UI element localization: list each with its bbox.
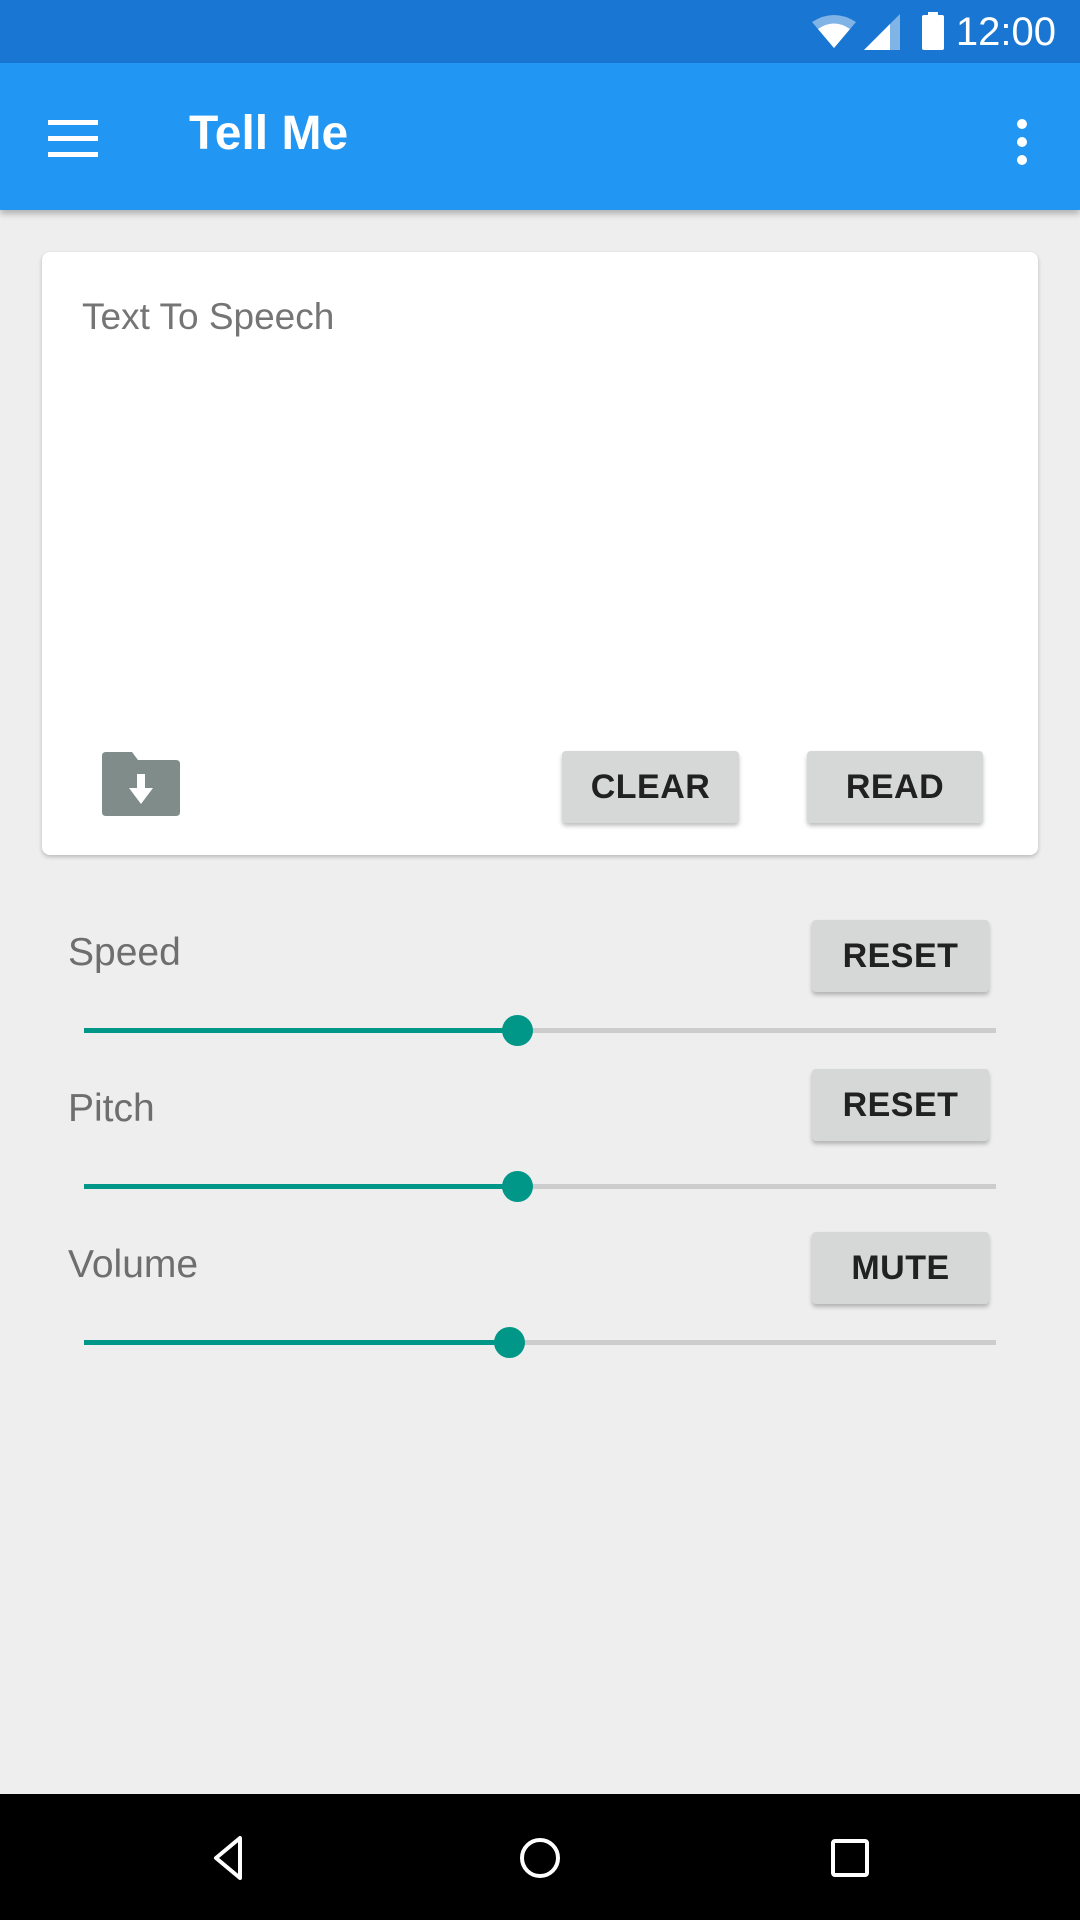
navigation-bar bbox=[0, 1794, 1080, 1920]
folder-download-icon[interactable] bbox=[102, 752, 180, 816]
hamburger-menu-icon[interactable] bbox=[30, 104, 114, 174]
app-title: Tell Me bbox=[189, 107, 349, 160]
pitch-reset-button[interactable]: RESET bbox=[812, 1069, 989, 1141]
speed-label: Speed bbox=[68, 931, 181, 974]
pitch-label: Pitch bbox=[68, 1087, 155, 1130]
volume-slider-thumb[interactable] bbox=[493, 1327, 525, 1358]
tts-card: CLEAR READ bbox=[42, 252, 1038, 855]
home-icon[interactable] bbox=[500, 1818, 580, 1898]
pitch-slider[interactable] bbox=[84, 1166, 996, 1206]
recents-icon[interactable] bbox=[810, 1818, 890, 1898]
read-button[interactable]: READ bbox=[807, 751, 983, 823]
back-icon[interactable] bbox=[188, 1818, 268, 1898]
volume-slider-fill bbox=[84, 1340, 509, 1345]
speed-slider[interactable] bbox=[84, 1010, 996, 1050]
volume-label: Volume bbox=[68, 1243, 199, 1286]
app-bar: Tell Me bbox=[0, 63, 1080, 210]
tts-text-input[interactable] bbox=[82, 296, 982, 656]
wifi-icon bbox=[812, 15, 856, 48]
speed-reset-button[interactable]: RESET bbox=[812, 920, 989, 992]
volume-slider[interactable] bbox=[84, 1322, 996, 1362]
cell-signal-icon bbox=[864, 14, 900, 50]
clear-button[interactable]: CLEAR bbox=[562, 751, 739, 823]
speed-slider-thumb[interactable] bbox=[502, 1015, 534, 1046]
speed-slider-fill bbox=[84, 1028, 518, 1033]
status-bar: 12:00 bbox=[0, 0, 1080, 63]
pitch-slider-fill bbox=[84, 1184, 518, 1189]
mute-button[interactable]: MUTE bbox=[812, 1232, 989, 1304]
battery-icon bbox=[922, 12, 944, 50]
pitch-slider-thumb[interactable] bbox=[502, 1171, 534, 1202]
more-vert-icon[interactable] bbox=[1000, 107, 1044, 177]
status-time: 12:00 bbox=[955, 10, 1056, 54]
